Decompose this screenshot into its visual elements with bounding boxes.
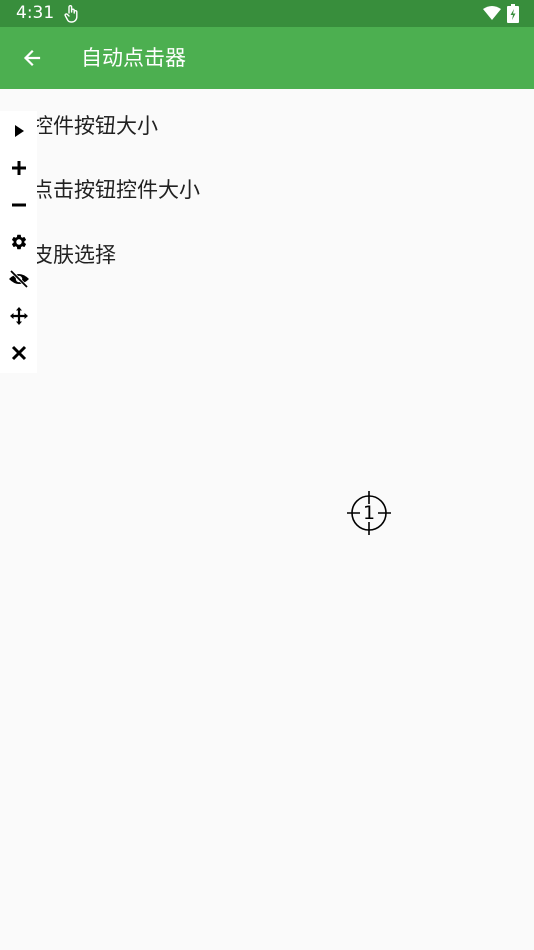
play-icon — [14, 124, 24, 137]
settings-item-label: 控件按钮大小 — [32, 114, 158, 138]
settings-item-label: 点击按钮控件大小 — [32, 178, 200, 202]
eye-off-icon — [8, 269, 29, 288]
touch-icon — [64, 5, 78, 23]
close-button[interactable] — [4, 338, 33, 367]
close-icon — [11, 345, 26, 360]
plus-icon — [11, 160, 26, 175]
status-time: 4:31 — [16, 3, 55, 23]
add-button[interactable] — [4, 153, 33, 182]
move-icon — [9, 306, 28, 325]
battery-charging-icon — [507, 4, 519, 23]
wifi-icon — [483, 6, 501, 20]
minus-icon — [11, 203, 26, 206]
remove-button[interactable] — [4, 190, 33, 219]
gear-icon — [11, 234, 26, 249]
back-button[interactable] — [12, 38, 52, 78]
settings-item-click-button-size[interactable]: 点击按钮控件大小 — [0, 153, 534, 217]
settings-item-control-button-size[interactable]: 控件按钮大小 — [0, 89, 534, 153]
arrow-left-icon — [23, 49, 41, 67]
settings-button[interactable] — [4, 227, 33, 256]
move-button[interactable] — [4, 301, 33, 330]
floating-toolbar — [0, 111, 37, 373]
page-title: 自动点击器 — [81, 46, 186, 70]
play-button[interactable] — [4, 116, 33, 145]
click-point-marker[interactable]: 1 — [346, 490, 392, 536]
settings-item-label: 皮肤选择 — [32, 243, 116, 267]
settings-item-skin-select[interactable]: 皮肤选择 — [0, 218, 534, 282]
app-bar: 自动点击器 — [0, 27, 534, 89]
click-point-number: 1 — [362, 502, 376, 524]
hide-button[interactable] — [4, 264, 33, 293]
status-bar: 4:31 — [0, 0, 534, 27]
